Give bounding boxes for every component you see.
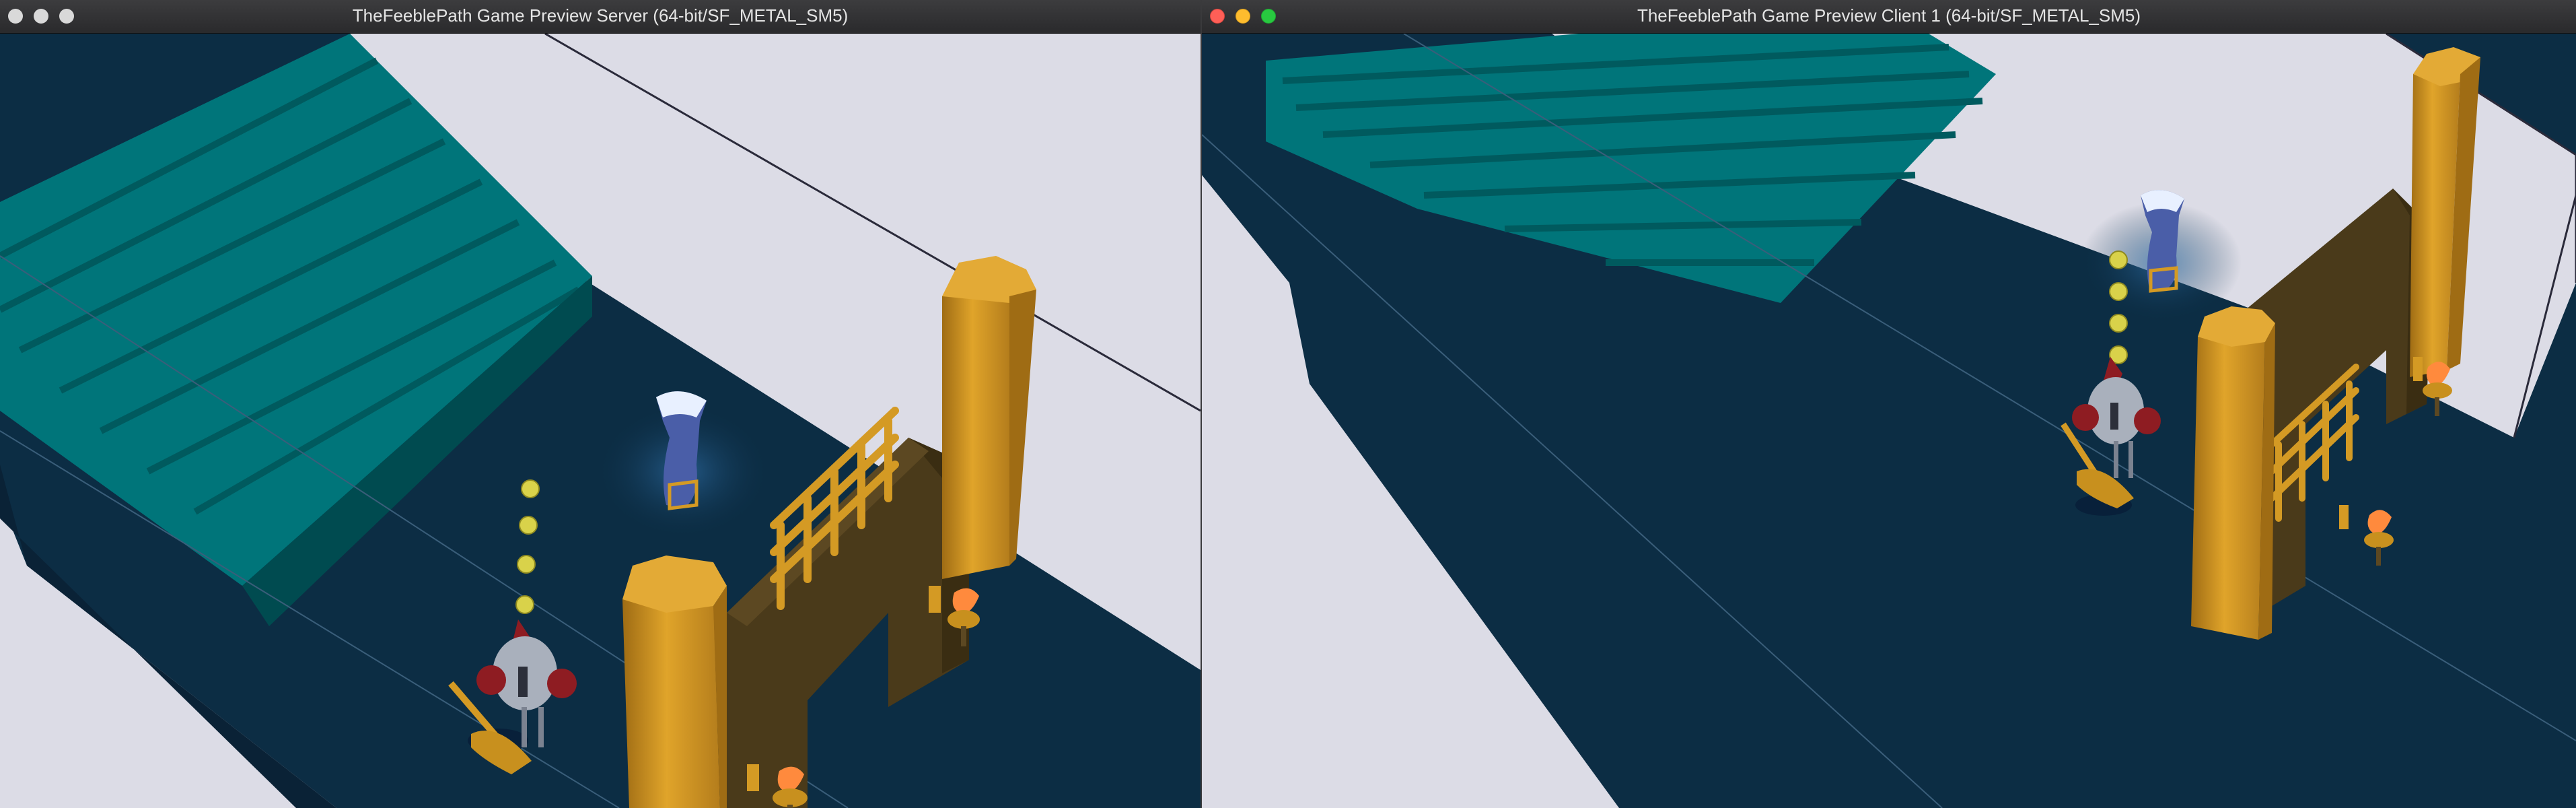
front-pillar (622, 556, 727, 808)
client-preview-window: TheFeeblePath Game Preview Client 1 (64-… (1202, 0, 2576, 808)
client-game-viewport[interactable] (1202, 34, 2576, 808)
server-preview-window: TheFeeblePath Game Preview Server (64-bi… (0, 0, 1201, 808)
front-pillar (2191, 306, 2275, 640)
window-title: TheFeeblePath Game Preview Server (64-bi… (352, 5, 849, 26)
server-game-viewport[interactable] (0, 34, 1201, 808)
server-titlebar: TheFeeblePath Game Preview Server (64-bi… (0, 0, 1201, 34)
window-title: TheFeeblePath Game Preview Client 1 (64-… (1637, 5, 2141, 26)
client-titlebar: TheFeeblePath Game Preview Client 1 (64-… (1202, 0, 2576, 34)
